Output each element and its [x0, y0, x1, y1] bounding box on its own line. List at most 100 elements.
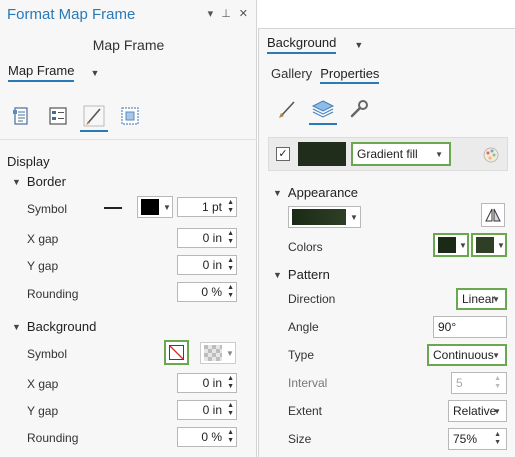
background-y-gap-value: 0 in: [202, 403, 222, 417]
color-scheme-dropdown[interactable]: ▼: [288, 206, 361, 228]
display-section-heading: Display: [7, 154, 50, 169]
color-palette-icon: [483, 147, 499, 163]
element-selector[interactable]: Map Frame ▼: [8, 63, 99, 82]
border-y-gap-value: 0 in: [202, 258, 222, 272]
transparent-swatch-icon: [204, 345, 222, 361]
options-icon: [13, 107, 28, 125]
layer-type-dropdown[interactable]: Gradient fill ▼: [351, 142, 451, 166]
line-symbol-preview: [104, 207, 122, 209]
pane-menu-button[interactable]: ▾: [208, 7, 214, 20]
options-tab[interactable]: [8, 100, 36, 132]
placement-tab[interactable]: [116, 100, 144, 132]
background-x-gap-stepper[interactable]: 0 in ▲ ▼: [177, 373, 237, 393]
background-x-gap-value: 0 in: [202, 376, 222, 390]
display-tab[interactable]: [80, 100, 108, 132]
structure-subtab[interactable]: [345, 93, 373, 125]
interval-label: Interval: [288, 376, 328, 390]
stepper-arrows-icon[interactable]: ▲ ▼: [494, 375, 501, 391]
direction-dropdown[interactable]: Linear ▼: [456, 288, 507, 310]
background-rounding-stepper[interactable]: 0 % ▲ ▼: [177, 427, 237, 447]
properties-tab[interactable]: [44, 100, 72, 132]
stepper-arrows-icon[interactable]: ▲ ▼: [227, 230, 234, 246]
layers-subtab[interactable]: [309, 93, 337, 125]
color-swatch: [141, 199, 159, 215]
background-rounding-label: Rounding: [27, 431, 79, 445]
symbol-subtabs: [273, 93, 373, 125]
size-stepper[interactable]: 75% ▲ ▼: [448, 428, 507, 450]
tab-gallery[interactable]: Gallery: [271, 66, 312, 84]
paintbrush-icon: [279, 101, 295, 118]
close-icon[interactable]: ✕: [239, 7, 248, 20]
stepper-arrows-icon[interactable]: ▲ ▼: [227, 429, 234, 445]
border-x-gap-stepper[interactable]: 0 in ▲ ▼: [177, 228, 237, 248]
placement-icon: [121, 107, 139, 125]
general-subtab[interactable]: [273, 93, 301, 125]
chevron-down-icon: ▼: [493, 406, 501, 416]
divider: [0, 139, 257, 140]
element-type-heading: Map Frame: [92, 37, 165, 53]
border-group-header[interactable]: ▼ Border: [12, 174, 66, 189]
direction-label: Direction: [288, 292, 336, 306]
border-x-gap-value: 0 in: [202, 231, 222, 245]
background-heading: Background: [26, 319, 97, 334]
paintbrush-icon: [83, 105, 105, 127]
background-symbol-pane: Background ▼ Gallery Properties ✓ Gradie…: [258, 28, 515, 457]
chevron-down-icon: ▼: [459, 240, 467, 250]
chevron-down-icon: ▼: [12, 176, 21, 187]
border-color-button[interactable]: ▼: [137, 196, 173, 218]
layers-icon: [311, 100, 335, 118]
format-tabs: [8, 100, 144, 132]
stepper-arrows-icon[interactable]: ▲ ▼: [227, 375, 234, 391]
color-1-button[interactable]: ▼: [433, 233, 469, 257]
border-rounding-stepper[interactable]: 0 % ▲ ▼: [177, 282, 237, 302]
color-swatch: [476, 237, 494, 253]
border-heading: Border: [26, 174, 66, 189]
chevron-down-icon: ▼: [435, 149, 443, 159]
chevron-down-icon: ▼: [350, 212, 358, 222]
type-value: Continuous: [433, 348, 494, 362]
background-color-button[interactable]: ▼: [200, 342, 236, 364]
pane-title-controls: ▾ ⊥ ✕: [208, 7, 248, 20]
stepper-arrows-icon[interactable]: ▲ ▼: [227, 284, 234, 300]
layer-type-value: Gradient fill: [357, 147, 418, 161]
color-ramp-preview: [292, 209, 346, 225]
symbol-tabs: Gallery Properties: [271, 66, 380, 84]
chevron-down-icon: ▼: [497, 240, 505, 250]
stepper-arrows-icon[interactable]: ▲ ▼: [227, 257, 234, 273]
border-width-stepper[interactable]: 1 pt ▲ ▼: [177, 197, 237, 217]
background-symbol-button[interactable]: [164, 340, 189, 365]
layer-visible-checkbox[interactable]: ✓: [276, 147, 290, 161]
color-2-button[interactable]: ▼: [471, 233, 507, 257]
appearance-group-header[interactable]: ▼ Appearance: [273, 185, 358, 200]
no-fill-icon: [169, 345, 184, 360]
pattern-heading: Pattern: [287, 267, 330, 282]
angle-label: Angle: [288, 320, 319, 334]
background-x-gap-label: X gap: [27, 377, 59, 391]
interval-stepper[interactable]: 5 ▲ ▼: [451, 372, 507, 394]
symbol-element-selector[interactable]: Background ▼: [267, 35, 363, 54]
background-y-gap-stepper[interactable]: 0 in ▲ ▼: [177, 400, 237, 420]
tab-properties[interactable]: Properties: [320, 66, 380, 84]
pane-title: Format Map Frame: [7, 6, 136, 23]
flip-colors-button[interactable]: [481, 203, 505, 227]
list-properties-icon: [49, 107, 67, 125]
extent-value: Relative: [453, 404, 497, 418]
wrench-icon: [350, 100, 368, 118]
flip-icon: [485, 208, 501, 222]
format-map-frame-pane: Format Map Frame ▾ ⊥ ✕ Map Frame Map Fra…: [0, 0, 257, 457]
type-dropdown[interactable]: Continuous ▼: [427, 344, 507, 366]
border-width-value: 1 pt: [201, 200, 222, 214]
symbol-layer-row: ✓ Gradient fill ▼: [268, 137, 508, 171]
pattern-group-header[interactable]: ▼ Pattern: [273, 267, 330, 282]
angle-input[interactable]: 90°: [433, 316, 507, 338]
stepper-arrows-icon[interactable]: ▲ ▼: [227, 199, 234, 215]
chevron-down-icon: ▼: [354, 39, 364, 50]
pin-icon[interactable]: ⊥: [221, 7, 231, 20]
stepper-arrows-icon[interactable]: ▲ ▼: [227, 402, 234, 418]
border-y-gap-stepper[interactable]: 0 in ▲ ▼: [177, 255, 237, 275]
background-group-header[interactable]: ▼ Background: [12, 319, 96, 334]
layer-preview[interactable]: [298, 142, 346, 166]
element-selector-label: Map Frame: [8, 63, 75, 82]
stepper-arrows-icon[interactable]: ▲ ▼: [494, 431, 501, 447]
extent-dropdown[interactable]: Relative ▼: [448, 400, 507, 422]
